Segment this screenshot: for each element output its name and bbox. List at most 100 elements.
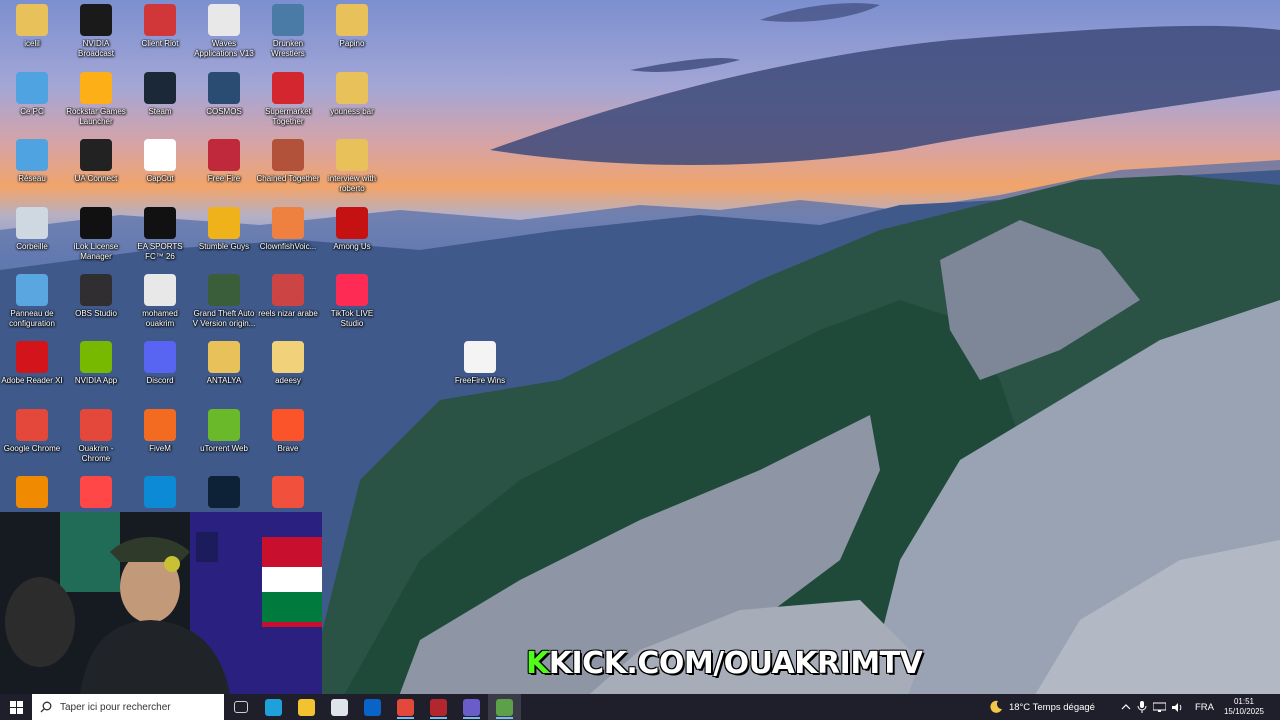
desktop-icon[interactable]: Rockstar Games Launcher <box>64 72 128 127</box>
desktop-icon[interactable]: Discord <box>128 341 192 386</box>
desktop-icon[interactable]: Supermarket Together <box>256 72 320 127</box>
desktop-icon[interactable]: Papino <box>320 4 384 49</box>
desktop-icon[interactable]: reels nizar arabe <box>256 274 320 319</box>
ua-connect-icon <box>80 139 112 171</box>
desktop-icon-label: Réseau <box>18 174 46 183</box>
capcut-icon <box>144 139 176 171</box>
folder-icon <box>336 4 368 36</box>
chrome-icon <box>397 698 414 716</box>
running-indicator <box>430 717 447 719</box>
desktop-icon[interactable] <box>64 476 128 511</box>
desktop-icon[interactable]: Client Riot <box>128 4 192 49</box>
taskbar-app-button[interactable] <box>356 694 389 720</box>
desktop-icon[interactable]: Stumble Guys <box>192 207 256 252</box>
desktop-icon[interactable]: Drunken Wrestlers <box>256 4 320 59</box>
desktop-icon[interactable] <box>0 476 64 511</box>
desktop-icon[interactable]: Among Us <box>320 207 384 252</box>
desktop-icon-label: Stumble Guys <box>198 242 250 251</box>
taskbar-app-button[interactable] <box>422 694 455 720</box>
running-indicator <box>397 717 414 719</box>
desktop-icon[interactable]: EA SPORTS FC™ 26 <box>128 207 192 262</box>
desktop-icon[interactable]: ANTALYA <box>192 341 256 386</box>
desktop-icon-label: Chained Together <box>256 174 320 183</box>
desktop-icon[interactable]: interview with roberto <box>320 139 384 194</box>
microphone-icon[interactable] <box>1137 701 1147 713</box>
streaming-app-icon <box>496 698 513 716</box>
desktop-icon-label: youness bar <box>330 107 374 116</box>
desktop-icon[interactable]: mohamed ouakrim <box>128 274 192 329</box>
desktop-icon[interactable]: FiveM <box>128 409 192 454</box>
desktop-icon-label: Ouakrim - Chrome <box>78 444 114 463</box>
desktop-icon[interactable]: NVIDIA Broadcast <box>64 4 128 59</box>
desktop-icon[interactable]: NVIDIA App <box>64 341 128 386</box>
desktop-icon[interactable]: Réseau <box>0 139 64 184</box>
desktop-icon[interactable]: Grand Theft Auto V Version origin... <box>192 274 256 329</box>
clock-date: 15/10/2025 <box>1223 707 1264 716</box>
desktop-icon[interactable] <box>128 476 192 511</box>
desktop-icon[interactable]: youness bar <box>320 72 384 117</box>
desktop-icon[interactable]: Google Chrome <box>0 409 64 454</box>
desktop-icon[interactable]: Waves Applications V13 <box>192 4 256 59</box>
start-button[interactable] <box>0 694 32 720</box>
desktop-icon[interactable]: iLok License Manager <box>64 207 128 262</box>
desktop-icon-label: ANTALYA <box>206 376 242 385</box>
desktop-icon-label: Drunken Wrestlers <box>271 39 305 58</box>
input-language[interactable]: FRA <box>1195 702 1214 713</box>
desktop-icon[interactable]: Ce PC <box>0 72 64 117</box>
desktop-icon-label: uTorrent Web <box>200 444 248 453</box>
desktop-icon[interactable]: CapCut <box>128 139 192 184</box>
show-desktop-button[interactable] <box>1270 694 1276 720</box>
volume-icon[interactable] <box>1171 702 1185 713</box>
desktop-icon[interactable]: Panneau de configuration <box>0 274 64 329</box>
desktop-icon-label: Supermarket Together <box>265 107 311 126</box>
folder-icon <box>272 341 304 373</box>
desktop-icon[interactable]: adeesy <box>256 341 320 386</box>
taskbar-app-button[interactable] <box>455 694 488 720</box>
desktop-icon[interactable]: OBS Studio <box>64 274 128 319</box>
discord-icon <box>144 341 176 373</box>
desktop-icon-label: reels nizar arabe <box>258 309 318 318</box>
desktop-icon-label: Rockstar Games Launcher <box>66 107 126 126</box>
nvidia-icon <box>80 341 112 373</box>
recycle-bin-icon <box>16 207 48 239</box>
desktop-icon[interactable]: Brave <box>256 409 320 454</box>
network-icon <box>16 139 48 171</box>
taskbar-app-button[interactable] <box>224 694 257 720</box>
kick-channel-overlay: KKICK.COM/OUAKRIMTV <box>526 646 923 681</box>
desktop-icon-label: Waves Applications V13 <box>194 39 254 58</box>
taskbar-app-button[interactable] <box>389 694 422 720</box>
desktop-icon[interactable]: ClownfishVoic... <box>256 207 320 252</box>
desktop-icon[interactable]: icelil <box>0 4 64 49</box>
taskbar-clock[interactable]: 01:51 15/10/2025 <box>1224 697 1264 717</box>
desktop-icon-label: TikTok LIVE Studio <box>330 309 374 328</box>
adobe-reader-icon <box>16 341 48 373</box>
edge-icon <box>265 698 282 716</box>
weather-text[interactable]: 18°C Temps dégagé <box>1009 702 1095 713</box>
desktop-icon[interactable]: Adobe Reader XI <box>0 341 64 386</box>
taskbar-app-button[interactable] <box>290 694 323 720</box>
desktop-icon[interactable]: COSMOS <box>192 72 256 117</box>
desktop-icon[interactable]: Free Fire <box>192 139 256 184</box>
kick-url-text: KICK.COM/OUAKRIMTV <box>548 646 923 681</box>
folder-user-icon <box>16 4 48 36</box>
taskbar-app-button[interactable] <box>257 694 290 720</box>
tiktok-icon <box>336 274 368 306</box>
app-circle-icon <box>208 476 240 508</box>
desktop-icon[interactable] <box>192 476 256 511</box>
desktop-icon[interactable]: FreeFire Wins <box>448 341 512 386</box>
desktop-icon[interactable]: Chained Together <box>256 139 320 184</box>
desktop-icon[interactable]: TikTok LIVE Studio <box>320 274 384 329</box>
clock-time: 01:51 <box>1233 697 1254 706</box>
taskbar-app-button[interactable] <box>488 694 521 720</box>
desktop-icon[interactable]: Steam <box>128 72 192 117</box>
desktop-icon[interactable]: uTorrent Web <box>192 409 256 454</box>
desktop-icon[interactable]: UA Connect <box>64 139 128 184</box>
taskbar-app-button[interactable] <box>323 694 356 720</box>
network-icon[interactable] <box>1152 702 1166 713</box>
ilok-icon <box>80 207 112 239</box>
taskbar-search-box[interactable]: Taper ici pour rechercher <box>32 694 224 720</box>
show-hidden-icons-chevron-icon[interactable] <box>1121 702 1131 712</box>
desktop-icon[interactable]: Corbeille <box>0 207 64 252</box>
desktop-icon[interactable] <box>256 476 320 511</box>
desktop-icon[interactable]: Ouakrim - Chrome <box>64 409 128 464</box>
